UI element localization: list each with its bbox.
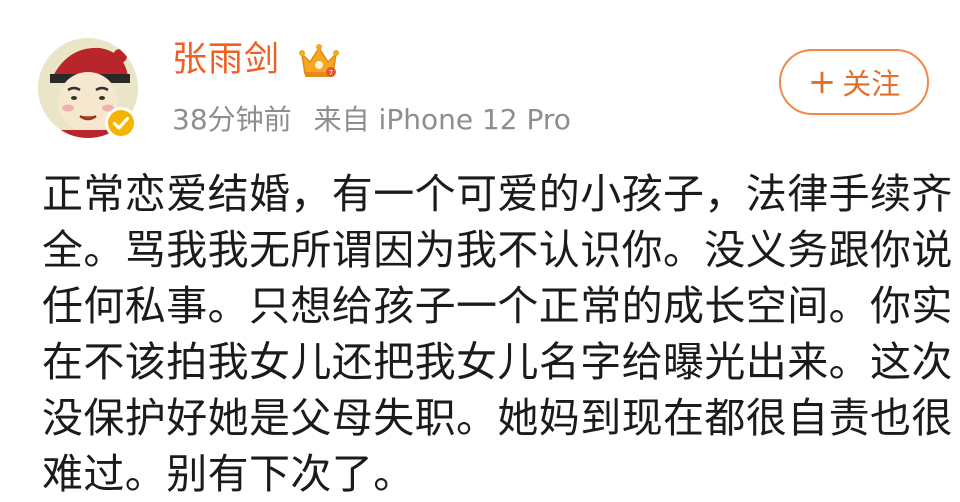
- follow-label: 关注: [842, 67, 901, 101]
- verified-badge-icon: [104, 106, 138, 140]
- post-body-line: 没保护好她是父母失职。她妈到现在都很自责也很: [42, 394, 953, 442]
- plus-icon: +: [807, 62, 837, 102]
- post-meta: 38分钟前 来自 iPhone 12 Pro: [172, 98, 571, 142]
- post-source: 来自 iPhone 12 Pro: [313, 103, 571, 136]
- username[interactable]: 张雨剑: [172, 36, 280, 84]
- post-body-line: 任何私事。只想给孩子一个正常的成长空间。你实: [42, 282, 953, 330]
- svg-text:7: 7: [329, 69, 333, 77]
- post-body: 正常恋爱结婚，有一个可爱的小孩子，法律手续齐 全。骂我我无所谓因为我不认识你。没…: [42, 166, 953, 502]
- post-body-line: 正常恋爱结婚，有一个可爱的小孩子，法律手续齐: [42, 170, 953, 218]
- weibo-post: 张雨剑 7 38分钟前 来自 iPhone 12 Pro + 关注 正常恋爱结婚，有…: [0, 0, 960, 500]
- follow-button[interactable]: + 关注: [779, 49, 929, 115]
- post-time: 38分钟前: [172, 103, 292, 136]
- post-body-line: 在不该拍我女儿还把我女儿名字给曝光出来。这次: [42, 338, 953, 386]
- post-body-line: 全。骂我我无所谓因为我不认识你。没义务跟你说: [42, 226, 953, 274]
- post-body-line: 难过。别有下次了。: [42, 450, 415, 498]
- vip-crown-icon: 7: [298, 42, 340, 80]
